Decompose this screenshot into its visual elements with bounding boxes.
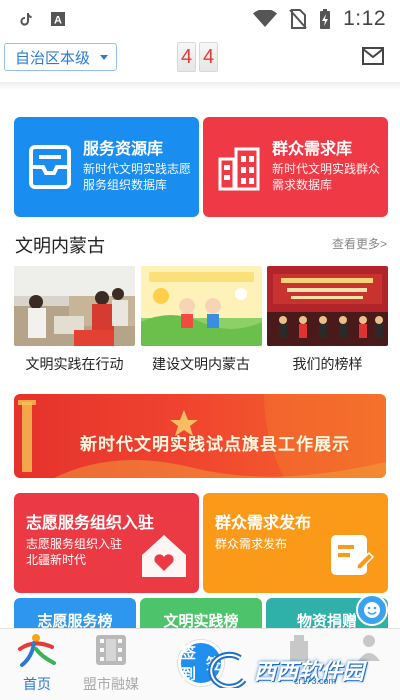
film-icon [96,635,126,665]
nav-home[interactable]: 首页 [2,631,72,694]
nav-label: 盟市融媒 [83,676,139,692]
nav-city-media[interactable]: 盟市融媒 [76,631,146,694]
watermark-logo-icon [208,651,247,688]
assistant-float-button[interactable] [356,594,388,626]
nav-label: 首页 [23,676,51,692]
a-box-icon: A [50,11,66,27]
card-desc: 志愿服务组织入驻北疆新时代 [26,537,123,567]
section-title: 文明内蒙古 [15,236,105,256]
see-more-link[interactable]: 查看更多> [332,235,387,252]
demand-library-card[interactable]: 群众需求库 新时代文明实践群众需求数据库 [203,117,388,217]
smile-icon [364,602,380,618]
divider [0,82,400,90]
svg-text:A: A [54,15,62,27]
mail-icon[interactable] [362,47,384,65]
wifi-icon [253,10,278,28]
app-bar: 自治区本级 4 4 [0,38,400,78]
card-title: 志愿服务组织入驻 [26,515,155,532]
card-desc: 新时代文明实践志愿服务组织数据库 [83,162,192,192]
region-dropdown[interactable]: 自治区本级 [4,43,117,71]
counter-digit: 4 [199,42,218,72]
news-caption: 建设文明内蒙古 [152,356,250,372]
pilot-county-banner[interactable]: 新时代文明实践试点旗县工作展示 [14,394,386,478]
news-caption: 我们的榜样 [292,356,363,372]
clock: 1:12 [343,7,386,30]
card-desc: 新时代文明实践群众需求数据库 [272,162,381,192]
card-desc: 群众需求发布 [215,537,288,551]
service-cards: 志愿服务组织入驻 志愿服务组织入驻北疆新时代 群众需求发布 群众需求发布 [14,493,388,593]
tiktok-icon [18,11,34,27]
award-ceremony-photo [267,266,388,346]
news-item[interactable]: 文明实践在行动 [14,266,135,374]
status-bar: A 1:12 [0,0,400,38]
card-title: 群众需求库 [272,141,353,158]
inbox-tray-icon [27,145,73,194]
region-label: 自治区本级 [15,49,91,67]
counter-digit: 4 [177,42,196,72]
news-item[interactable]: 我们的榜样 [267,266,388,374]
news-list: 文明实践在行动 建设文明内蒙古 我们的榜样 [14,266,388,374]
banner-text: 新时代文明实践试点旗县工作展示 [80,435,350,454]
edit-note-icon [327,531,375,584]
heart-house-icon [138,531,190,586]
news-item[interactable]: 建设文明内蒙古 [140,266,262,374]
battery-charging-icon [319,8,331,30]
no-sim-icon [289,9,307,29]
resource-cards: 服务资源库 新时代文明实践志愿服务组织数据库 群众需求库 新时代文明实践群众需求… [14,117,388,217]
service-resource-card[interactable]: 服务资源库 新时代文明实践志愿服务组织数据库 [14,117,199,217]
watermark: 西西软件园 cr173.com [196,650,386,688]
card-title: 服务资源库 [83,141,164,158]
volunteers-photo [14,266,135,346]
chevron-down-icon [100,54,109,60]
watermark-url: cr173.com [294,676,337,686]
card-title: 群众需求发布 [215,515,312,532]
news-caption: 文明实践在行动 [25,356,124,372]
demand-publish-card[interactable]: 群众需求发布 群众需求发布 [203,493,388,593]
buildings-icon [216,145,262,196]
org-join-card[interactable]: 志愿服务组织入驻 志愿服务组织入驻北疆新时代 [14,493,199,593]
cartoon-kids-poster [140,266,262,346]
visit-counter: 4 4 [177,42,218,72]
home-logo-icon [18,634,56,667]
